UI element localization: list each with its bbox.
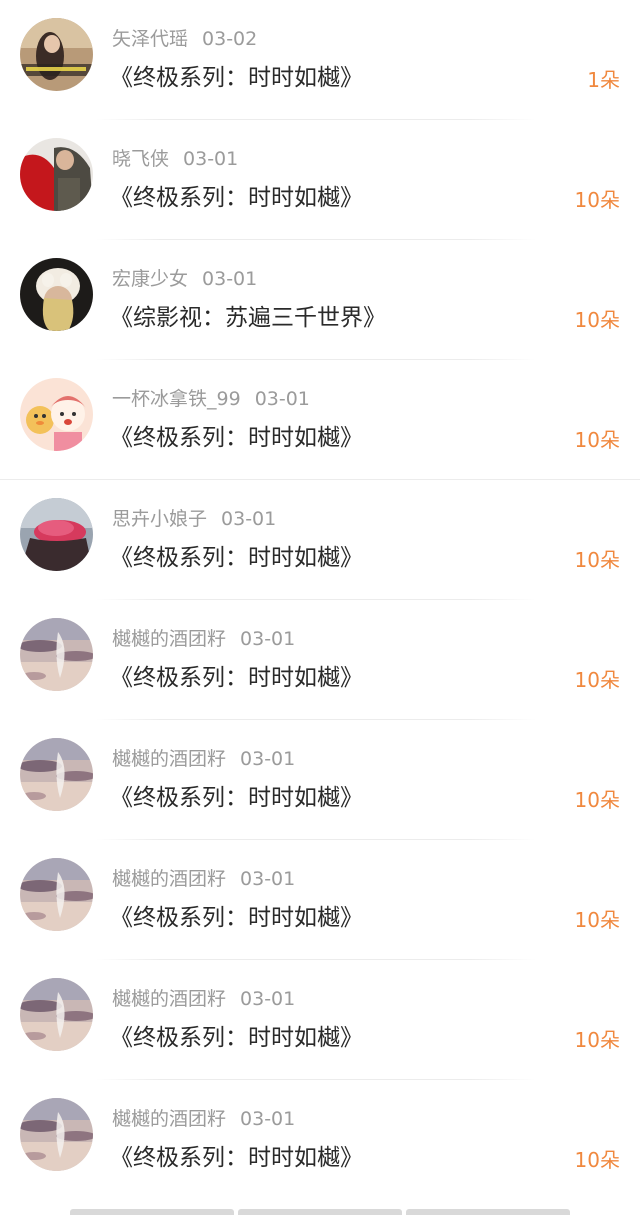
name-line: 矢泽代瑶 03-02 [112, 24, 257, 51]
name-line: 樾樾的酒团籽 03-01 [112, 624, 295, 651]
sky-avatar-icon [20, 618, 93, 691]
user-name[interactable]: 一杯冰拿铁_99 [112, 388, 241, 410]
list-item[interactable]: 樾樾的酒团籽 03-01 《终极系列：时时如樾》 10朵 [0, 600, 640, 720]
avatar[interactable] [20, 1098, 93, 1171]
avatar[interactable] [20, 378, 93, 451]
photo-avatar-icon [20, 138, 93, 211]
avatar[interactable] [20, 138, 93, 211]
list-item[interactable]: 一杯冰拿铁_99 03-01 《终极系列：时时如樾》 10朵 [0, 360, 640, 480]
avatar[interactable] [20, 858, 93, 931]
book-title[interactable]: 《综影视：苏遍三千世界》 [110, 298, 386, 332]
user-name[interactable]: 樾樾的酒团籽 [112, 748, 226, 770]
book-title[interactable]: 《终极系列：时时如樾》 [110, 178, 363, 212]
flower-count: 10朵 [574, 188, 620, 212]
user-name[interactable]: 樾樾的酒团籽 [112, 1108, 226, 1130]
flower-count: 10朵 [574, 548, 620, 572]
gift-record-list: 矢泽代瑶 03-02 《终极系列：时时如樾》 1朵 晓飞侠 03-01 《终极系列：… [0, 0, 640, 1200]
sky-avatar-icon [20, 738, 93, 811]
name-line: 樾樾的酒团籽 03-01 [112, 744, 295, 771]
user-name[interactable]: 晓飞侠 [112, 148, 169, 170]
avatar[interactable] [20, 18, 93, 91]
scroll-segment [238, 1209, 402, 1215]
book-title[interactable]: 《终极系列：时时如樾》 [110, 1018, 363, 1052]
avatar[interactable] [20, 258, 93, 331]
user-name[interactable]: 矢泽代瑶 [112, 28, 188, 50]
book-title[interactable]: 《终极系列：时时如樾》 [110, 1138, 363, 1172]
scroll-segment [70, 1209, 234, 1215]
gift-date: 03-01 [202, 268, 258, 290]
list-item[interactable]: 晓飞侠 03-01 《终极系列：时时如樾》 10朵 [0, 120, 640, 240]
name-line: 思卉小娘子 03-01 [112, 504, 276, 531]
list-item[interactable]: 樾樾的酒团籽 03-01 《终极系列：时时如樾》 10朵 [0, 720, 640, 840]
gift-date: 03-01 [240, 628, 296, 650]
sky-avatar-icon [20, 978, 93, 1051]
gift-date: 03-01 [221, 508, 277, 530]
list-item[interactable]: 樾樾的酒团籽 03-01 《终极系列：时时如樾》 10朵 [0, 1080, 640, 1200]
photo-avatar-icon [20, 18, 93, 91]
gift-date: 03-01 [240, 1108, 296, 1130]
flower-count: 10朵 [574, 1148, 620, 1172]
name-line: 樾樾的酒团籽 03-01 [112, 984, 295, 1011]
flower-count: 10朵 [574, 1028, 620, 1052]
book-title[interactable]: 《终极系列：时时如樾》 [110, 418, 363, 452]
gift-date: 03-02 [202, 28, 258, 50]
user-name[interactable]: 樾樾的酒团籽 [112, 628, 226, 650]
user-name[interactable]: 樾樾的酒团籽 [112, 988, 226, 1010]
photo-avatar-icon [20, 258, 93, 331]
sky-avatar-icon [20, 1098, 93, 1171]
gift-date: 03-01 [240, 748, 296, 770]
sky-avatar-icon [20, 858, 93, 931]
book-title[interactable]: 《终极系列：时时如樾》 [110, 58, 363, 92]
gift-date: 03-01 [240, 988, 296, 1010]
avatar[interactable] [20, 738, 93, 811]
user-name[interactable]: 思卉小娘子 [112, 508, 207, 530]
cartoon-avatar-icon [20, 378, 93, 451]
flower-count: 10朵 [574, 308, 620, 332]
name-line: 晓飞侠 03-01 [112, 144, 238, 171]
list-item[interactable]: 思卉小娘子 03-01 《终极系列：时时如樾》 10朵 [0, 480, 640, 600]
list-item[interactable]: 樾樾的酒团籽 03-01 《终极系列：时时如樾》 10朵 [0, 960, 640, 1080]
flower-count: 10朵 [574, 428, 620, 452]
list-item[interactable]: 樾樾的酒团籽 03-01 《终极系列：时时如樾》 10朵 [0, 840, 640, 960]
name-line: 樾樾的酒团籽 03-01 [112, 864, 295, 891]
gift-date: 03-01 [254, 388, 310, 410]
book-title[interactable]: 《终极系列：时时如樾》 [110, 778, 363, 812]
gift-date: 03-01 [183, 148, 239, 170]
gift-date: 03-01 [240, 868, 296, 890]
name-line: 一杯冰拿铁_99 03-01 [112, 384, 310, 411]
flower-count: 10朵 [574, 668, 620, 692]
flower-count: 10朵 [574, 788, 620, 812]
flower-count: 10朵 [574, 908, 620, 932]
name-line: 樾樾的酒团籽 03-01 [112, 1104, 295, 1131]
avatar[interactable] [20, 618, 93, 691]
name-line: 宏康少女 03-01 [112, 264, 257, 291]
book-title[interactable]: 《终极系列：时时如樾》 [110, 898, 363, 932]
book-title[interactable]: 《终极系列：时时如樾》 [110, 658, 363, 692]
flower-count: 1朵 [587, 68, 620, 92]
list-item[interactable]: 矢泽代瑶 03-02 《终极系列：时时如樾》 1朵 [0, 0, 640, 120]
bottom-scroll-indicator [70, 1209, 570, 1215]
book-title[interactable]: 《终极系列：时时如樾》 [110, 538, 363, 572]
list-item[interactable]: 宏康少女 03-01 《综影视：苏遍三千世界》 10朵 [0, 240, 640, 360]
scroll-segment [406, 1209, 570, 1215]
photo-avatar-icon [20, 498, 93, 571]
avatar[interactable] [20, 498, 93, 571]
avatar[interactable] [20, 978, 93, 1051]
user-name[interactable]: 樾樾的酒团籽 [112, 868, 226, 890]
user-name[interactable]: 宏康少女 [112, 268, 188, 290]
